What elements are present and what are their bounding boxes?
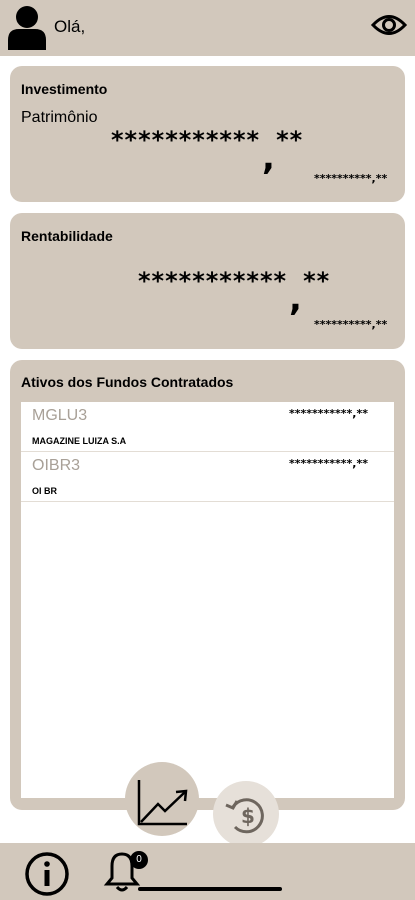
rentabilidade-masked-secondary: **********,** — [314, 318, 388, 331]
ativos-title: Ativos dos Fundos Contratados — [21, 374, 234, 390]
ativo-item-oibr3[interactable]: OIBR3 OI BR ***********,** — [21, 452, 394, 502]
rentabilidade-comma: , — [289, 279, 302, 319]
ativo-ticker: MGLU3 — [32, 407, 88, 424]
header: Olá, — [0, 0, 415, 56]
chart-button[interactable] — [125, 762, 199, 836]
patrimonio-comma: , — [262, 138, 275, 178]
money-refresh-icon: $ — [225, 798, 264, 834]
trending-up-chart-icon — [137, 780, 188, 826]
investimento-title: Investimento — [21, 81, 108, 97]
rentabilidade-title: Rentabilidade — [21, 228, 113, 244]
info-icon[interactable] — [24, 851, 70, 897]
ativos-card: Ativos dos Fundos Contratados MGLU3 MAGA… — [10, 360, 405, 810]
ativo-name: OI BR — [32, 486, 58, 496]
ativo-value: ***********,** — [289, 457, 368, 470]
svg-text:$: $ — [241, 804, 255, 828]
ativo-item-mglu3[interactable]: MGLU3 MAGAZINE LUIZA S.A ***********,** — [21, 402, 394, 452]
patrimonio-label: Patrimônio — [21, 109, 98, 126]
eye-icon[interactable] — [371, 10, 407, 40]
user-avatar-icon[interactable] — [6, 4, 48, 50]
notification-badge: 0 — [130, 851, 148, 869]
home-indicator — [138, 887, 282, 891]
bottom-nav: 0 — [0, 843, 415, 900]
money-button[interactable]: $ — [213, 781, 279, 847]
ativo-ticker: OIBR3 — [32, 457, 81, 474]
ativo-name: MAGAZINE LUIZA S.A — [32, 436, 127, 446]
greeting-text: Olá, — [54, 17, 86, 36]
investimento-card: Investimento Patrimônio *********** ** , … — [10, 66, 405, 202]
patrimonio-masked-secondary: **********,** — [314, 172, 388, 185]
ativo-value: ***********,** — [289, 407, 368, 420]
rentabilidade-card: Rentabilidade *********** ** , **********… — [10, 213, 405, 349]
ativos-list[interactable]: MGLU3 MAGAZINE LUIZA S.A ***********,** … — [21, 402, 394, 798]
